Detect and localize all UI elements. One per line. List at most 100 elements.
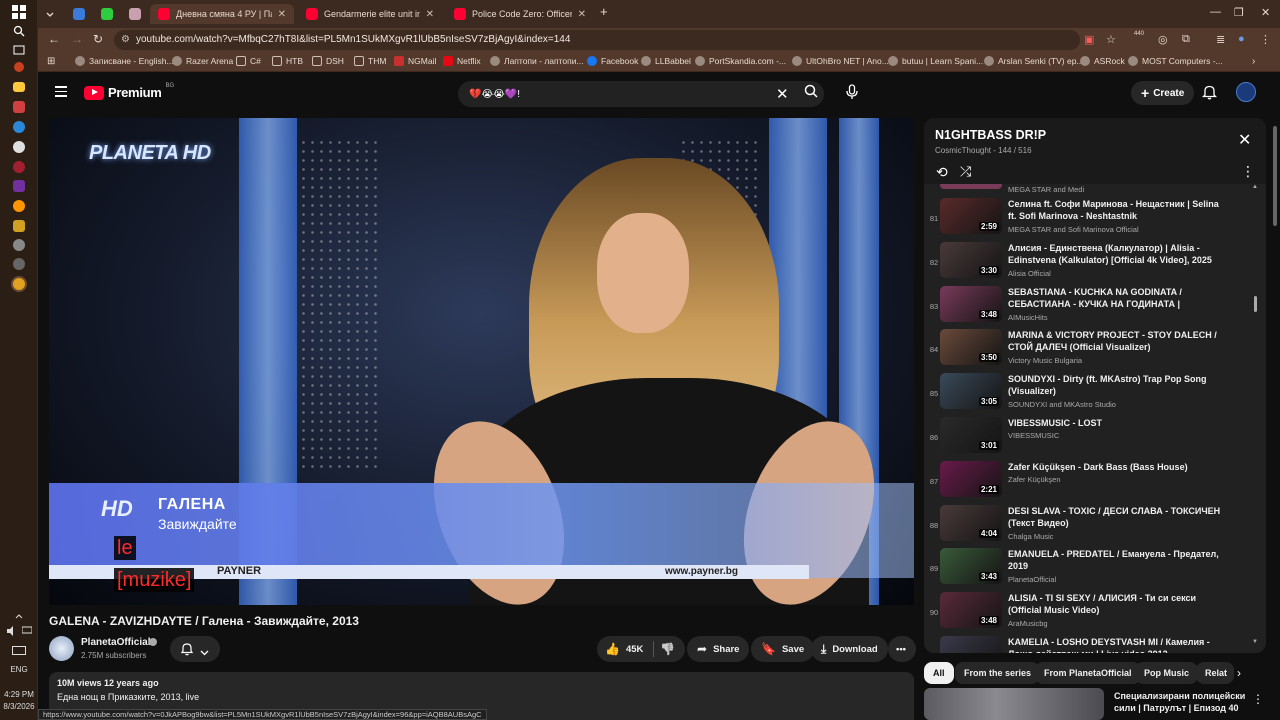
minimize-icon[interactable]: — xyxy=(1210,6,1221,18)
pinned-tab-2[interactable] xyxy=(98,4,116,24)
chrome-icon[interactable] xyxy=(13,278,25,290)
profile-icon[interactable]: ● xyxy=(1238,33,1245,45)
save-button[interactable]: 🔖 Save xyxy=(751,636,815,662)
clock-date[interactable]: 8/3/2026 xyxy=(0,702,38,711)
download-button[interactable]: ⤓ Download xyxy=(811,636,888,662)
playlist-thumbnail[interactable] xyxy=(940,636,1002,653)
shuffle-icon[interactable]: ⤮ xyxy=(960,163,971,180)
opera-icon[interactable] xyxy=(13,161,25,173)
bookmark-folder[interactable]: C# xyxy=(236,56,261,66)
close-icon[interactable]: ✕ xyxy=(426,9,434,20)
playlist-item[interactable]: 87 2:21 Zafer Küçükşen - Dark Bass (Bass H… xyxy=(924,461,1254,505)
volume-icon[interactable] xyxy=(6,626,16,636)
site-info-icon[interactable]: ⚙ xyxy=(121,30,130,50)
firefox-icon[interactable] xyxy=(13,200,25,212)
chip-related[interactable]: Relat xyxy=(1196,662,1234,684)
edge-icon[interactable] xyxy=(13,121,25,133)
pinned-tab-3[interactable] xyxy=(126,4,144,24)
channel-name[interactable]: PlanetaOfficial xyxy=(81,637,150,648)
playlist-item[interactable]: 89 3:43 EMANUELA - PREDATEL / Емануела - П… xyxy=(924,548,1254,592)
dislike-thumb-icon[interactable]: 👎 xyxy=(660,642,675,656)
playlist-scrollbar[interactable]: ▲ ▼ xyxy=(1252,184,1258,649)
playlist-item-title[interactable]: DESI SLAVA - TOXIC / ДЕСИ СЛАВА - ТОКСИЧ… xyxy=(1008,505,1223,529)
playlist-thumbnail[interactable]: 3:30 xyxy=(940,242,1002,278)
bookmark-item[interactable]: NGMail xyxy=(394,56,436,66)
playlist-thumbnail[interactable] xyxy=(940,184,1002,189)
reload-icon[interactable]: ↻ xyxy=(93,32,103,46)
search-icon[interactable] xyxy=(804,84,818,98)
keyboard-icon[interactable] xyxy=(12,645,26,655)
recommended-video-title[interactable]: Специализирани полицейски сили | Патрулъ… xyxy=(1114,690,1249,714)
loop-playlist-icon[interactable]: ⟲ xyxy=(936,164,948,181)
bookmark-item[interactable]: Facebook xyxy=(587,56,638,66)
bookmark-item[interactable]: butuu | Learn Spani... xyxy=(888,56,983,66)
file-explorer-icon[interactable] xyxy=(13,82,25,92)
playlist-item[interactable]: 84 3:50 MARINA & VICTORY PROJECT - STOY DA… xyxy=(924,329,1254,373)
bookmarks-overflow-icon[interactable]: › xyxy=(1252,56,1255,67)
playlist-item-title[interactable]: KAMELIA - LOSHO DEYSTVASH MI / Камелия -… xyxy=(1008,636,1223,653)
input-language[interactable]: ENG xyxy=(0,665,38,674)
page-scroll-thumb[interactable] xyxy=(1273,126,1277,226)
task-view-icon[interactable] xyxy=(11,42,27,58)
playlist-item-title[interactable]: SOUNDYXI - Dirty (ft. MKAstro) Trap Pop … xyxy=(1008,373,1223,397)
tab-active[interactable]: Дневна смяна 4 РУ | Патр... ✕ xyxy=(150,4,294,24)
bookmark-folder[interactable]: НТВ xyxy=(272,56,303,66)
playlist-item[interactable]: 83 3:48 SEBASTIANA - KUCHKA NA GODINATA / … xyxy=(924,286,1254,330)
bookmark-folder[interactable]: DSH xyxy=(312,56,344,66)
playlist-item-title[interactable]: VIBESSMUSIC - LOST xyxy=(1008,417,1223,429)
channel-avatar[interactable] xyxy=(49,636,74,661)
maximize-icon[interactable]: ❐ xyxy=(1234,6,1244,19)
close-icon[interactable]: ✕ xyxy=(578,9,586,20)
browser-menu-icon[interactable]: ⋮ xyxy=(1260,33,1271,46)
back-arrow-icon[interactable]: ← xyxy=(48,32,60,46)
playlist-owner[interactable]: CosmicThought xyxy=(935,146,991,155)
playlist-thumbnail[interactable]: 2:21 xyxy=(940,461,1002,497)
playlist-item[interactable]: 88 4:04 DESI SLAVA - TOXIC / ДЕСИ СЛАВА - … xyxy=(924,505,1254,549)
scroll-down-arrow-icon[interactable]: ▼ xyxy=(1252,639,1258,645)
playlist-item[interactable]: 86 3:01 VIBESSMUSIC - LOST VIBESSMUSIC xyxy=(924,417,1254,461)
bookmark-item[interactable]: ASRock xyxy=(1080,56,1125,66)
close-icon[interactable]: ✕ xyxy=(1238,130,1251,150)
playlist-thumbnail[interactable]: 3:01 xyxy=(940,417,1002,453)
chip-all[interactable]: All xyxy=(924,662,954,684)
microphone-icon[interactable] xyxy=(845,84,859,100)
bookmark-folder[interactable]: THM xyxy=(354,56,386,66)
bookmark-item[interactable]: Netflix xyxy=(443,56,481,66)
playlist-title[interactable]: N1GHTBASS DR!P xyxy=(935,128,1046,142)
tab-search-button[interactable] xyxy=(42,4,60,24)
playlist-item[interactable]: 82 3:30 Алисия - Единствена (Калкулатор) |… xyxy=(924,242,1254,286)
search-icon[interactable] xyxy=(11,23,27,39)
pinned-tab-1[interactable] xyxy=(70,4,88,24)
new-tab-button[interactable]: + xyxy=(600,4,608,19)
playlist-thumbnail[interactable]: 3:43 xyxy=(940,548,1002,584)
more-vertical-icon[interactable]: ⋮ xyxy=(1241,163,1255,180)
tab-3[interactable]: Police Code Zero: Officer U... ✕ xyxy=(446,4,594,24)
settings-gear-icon[interactable] xyxy=(13,239,25,251)
bookmark-item[interactable]: Лаптопи - лаптопи... xyxy=(490,56,584,66)
chip-from-series[interactable]: From the series xyxy=(955,662,1041,684)
create-button[interactable]: + Create xyxy=(1131,81,1195,105)
app-icon-1[interactable] xyxy=(14,62,24,72)
tab-groups-icon[interactable]: ≣ xyxy=(1216,33,1225,46)
tab-2[interactable]: Gendarmerie elite unit in actio... ✕ xyxy=(298,4,442,24)
app-icon-5[interactable] xyxy=(13,258,25,270)
menu-icon[interactable] xyxy=(55,86,67,98)
share-button[interactable]: ➦ Share xyxy=(687,636,750,662)
extension-icon-1[interactable]: ◎ xyxy=(1158,33,1168,46)
video-player[interactable]: PLANETA HD HD ГАЛЕНА Завиждайте PAYNER w… xyxy=(49,118,914,605)
address-bar[interactable]: ⚙ youtube.com/watch?v=MfbqC27hT8I&list=P… xyxy=(114,30,1080,50)
onenote-icon[interactable] xyxy=(13,180,25,192)
bookmark-item[interactable]: Записване - English... xyxy=(75,56,174,66)
app-icon-2[interactable] xyxy=(13,101,25,113)
bookmark-item[interactable]: UltOhBro NET | Ano... xyxy=(792,56,889,66)
bookmark-item[interactable]: PortSkandia.com -... xyxy=(695,56,786,66)
app-icon-4[interactable] xyxy=(13,220,25,232)
playlist-thumbnail[interactable]: 2:59 xyxy=(940,198,1002,234)
close-window-icon[interactable]: ✕ xyxy=(1261,6,1270,19)
app-icon-3[interactable] xyxy=(13,141,25,153)
playlist-item-title[interactable]: Селина ft. Софи Маринова - Нещастник | S… xyxy=(1008,198,1223,222)
playlist-item[interactable]: 90 3:48 ALISIA - TI SI SEXY / АЛИСИЯ - Ти … xyxy=(924,592,1254,636)
playlist-thumbnail[interactable]: 3:50 xyxy=(940,329,1002,365)
chevron-right-icon[interactable]: › xyxy=(1237,666,1241,680)
playlist-item-title[interactable]: Алисия - Единствена (Калкулатор) | Alisi… xyxy=(1008,242,1223,266)
